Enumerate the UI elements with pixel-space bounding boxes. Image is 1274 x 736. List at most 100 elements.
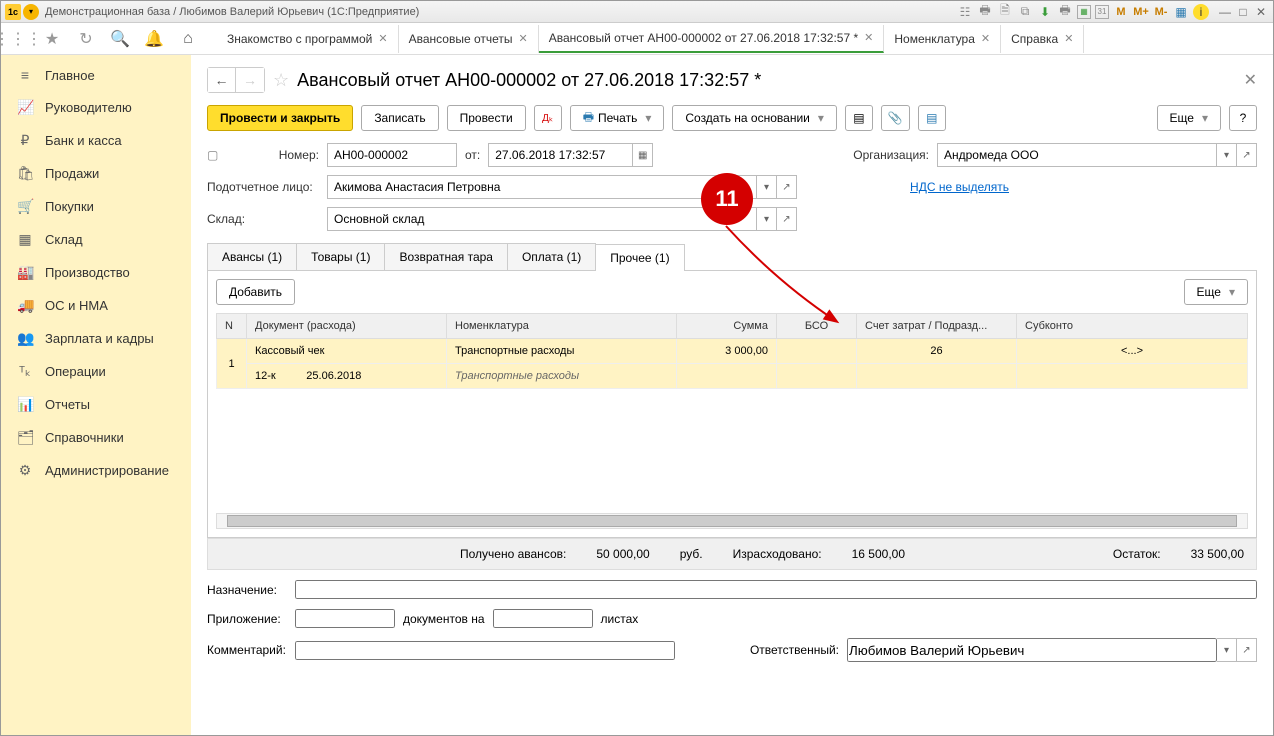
sidebar-item-purchases[interactable]: 🛒Покупки bbox=[1, 190, 191, 223]
col-n[interactable]: N bbox=[217, 314, 247, 339]
m-icon[interactable]: M bbox=[1113, 4, 1129, 20]
close-icon[interactable]: ✕ bbox=[519, 32, 528, 45]
summary-bar: Получено авансов: 50 000,00 руб. Израсхо… bbox=[207, 538, 1257, 570]
print-icon[interactable]: 🖶 bbox=[977, 4, 993, 20]
close-page-button[interactable]: ✕ bbox=[1244, 70, 1257, 90]
person-field[interactable] bbox=[327, 175, 757, 199]
tab-intro[interactable]: Знакомство с программой✕ bbox=[217, 25, 399, 53]
minimize-button[interactable]: — bbox=[1217, 5, 1233, 19]
comment-field[interactable] bbox=[295, 641, 675, 660]
doctab-goods[interactable]: Товары (1) bbox=[296, 243, 385, 270]
attach-button[interactable]: 📎 bbox=[881, 105, 910, 131]
org-open-button[interactable]: ↗ bbox=[1237, 143, 1257, 167]
doc-icon[interactable]: 🗎 bbox=[997, 4, 1013, 20]
resp-dropdown-button[interactable]: ▾ bbox=[1217, 638, 1237, 662]
warehouse-field[interactable] bbox=[327, 207, 757, 231]
post-and-close-button[interactable]: Провести и закрыть bbox=[207, 105, 353, 131]
search-icon[interactable]: 🔍 bbox=[111, 30, 129, 48]
cell-bso bbox=[777, 339, 857, 364]
save-button[interactable]: Записать bbox=[361, 105, 438, 131]
col-sub[interactable]: Субконто bbox=[1017, 314, 1248, 339]
date-field[interactable] bbox=[488, 143, 633, 167]
resp-open-button[interactable]: ↗ bbox=[1237, 638, 1257, 662]
form-button-1[interactable]: ▤ bbox=[845, 105, 873, 131]
close-icon[interactable]: ✕ bbox=[1064, 32, 1073, 45]
sidebar-item-director[interactable]: 📈Руководителю bbox=[1, 91, 191, 124]
compare-icon[interactable]: ⧉ bbox=[1017, 4, 1033, 20]
sidebar-item-operations[interactable]: ᵀₖОперации bbox=[1, 355, 191, 388]
post-button[interactable]: Провести bbox=[447, 105, 526, 131]
person-dropdown-button[interactable]: ▾ bbox=[757, 175, 777, 199]
dest-field[interactable] bbox=[295, 580, 1257, 599]
table-row-sub[interactable]: 12-к 25.06.2018 Транспортные расходы bbox=[217, 364, 1248, 389]
tab-help[interactable]: Справка✕ bbox=[1001, 25, 1084, 53]
app-logo: 1c bbox=[5, 4, 21, 20]
number-field[interactable] bbox=[327, 143, 457, 167]
create-based-button[interactable]: Создать на основании bbox=[672, 105, 837, 131]
app-menu-dropdown[interactable]: ▾ bbox=[23, 4, 39, 20]
org-dropdown-button[interactable]: ▾ bbox=[1217, 143, 1237, 167]
doctab-other[interactable]: Прочее (1) bbox=[595, 244, 684, 271]
back-button[interactable]: ← bbox=[208, 68, 236, 92]
horizontal-scrollbar[interactable] bbox=[216, 513, 1248, 529]
table-more-button[interactable]: Еще bbox=[1184, 279, 1248, 305]
sidebar-item-refs[interactable]: 🗂Справочники bbox=[1, 421, 191, 454]
vat-link[interactable]: НДС не выделять bbox=[910, 180, 1009, 194]
att-sheets-field[interactable] bbox=[493, 609, 593, 628]
bell-icon[interactable]: 🔔 bbox=[145, 30, 163, 48]
window-title: Демонстрационная база / Любимов Валерий … bbox=[45, 6, 957, 18]
favorite-icon[interactable]: ★ bbox=[43, 30, 61, 48]
sidebar-item-admin[interactable]: ⚙Администрирование bbox=[1, 454, 191, 487]
mplus-icon[interactable]: M+ bbox=[1133, 4, 1149, 20]
mminus-icon[interactable]: M- bbox=[1153, 4, 1169, 20]
sidebar-item-hamburger[interactable]: ≡Главное bbox=[1, 59, 191, 91]
sidebar-item-stock[interactable]: ▦Склад bbox=[1, 223, 191, 256]
calendar-icon[interactable]: ▦ bbox=[1077, 5, 1091, 19]
dk-button[interactable]: Дₖ bbox=[534, 105, 562, 131]
more-button[interactable]: Еще bbox=[1157, 105, 1221, 131]
cell-sub: <...> bbox=[1017, 339, 1248, 364]
history-icon[interactable]: ↻ bbox=[77, 30, 95, 48]
sidebar-item-reports[interactable]: 📊Отчеты bbox=[1, 388, 191, 421]
print-button[interactable]: 🖶Печать bbox=[570, 105, 665, 131]
favorite-star[interactable]: ☆ bbox=[273, 70, 289, 91]
sidebar-item-bank[interactable]: ₽Банк и касса bbox=[1, 124, 191, 157]
org-field[interactable] bbox=[937, 143, 1217, 167]
apps-icon[interactable]: ⋮⋮⋮ bbox=[9, 30, 27, 48]
close-button[interactable]: ✕ bbox=[1253, 5, 1269, 19]
add-row-button[interactable]: Добавить bbox=[216, 279, 295, 305]
calc-icon[interactable]: ▦ bbox=[1173, 4, 1189, 20]
date-picker-button[interactable]: ▦ bbox=[633, 143, 653, 167]
save-icon[interactable]: ⬇ bbox=[1037, 4, 1053, 20]
resp-field[interactable] bbox=[847, 638, 1217, 662]
col-nom[interactable]: Номенклатура bbox=[447, 314, 677, 339]
home-icon[interactable]: ⌂ bbox=[179, 30, 197, 48]
sidebar-item-sales[interactable]: 🛍Продажи bbox=[1, 157, 191, 190]
doctab-advances[interactable]: Авансы (1) bbox=[207, 243, 297, 270]
page-title: Авансовый отчет АН00-000002 от 27.06.201… bbox=[297, 70, 761, 91]
print2-icon[interactable]: 🖶 bbox=[1057, 4, 1073, 20]
maximize-button[interactable]: □ bbox=[1235, 5, 1251, 19]
col-doc[interactable]: Документ (расхода) bbox=[247, 314, 447, 339]
sidebar-item-salary[interactable]: 👥Зарплата и кадры bbox=[1, 322, 191, 355]
info-icon[interactable]: i bbox=[1193, 4, 1209, 20]
att-docs-field[interactable] bbox=[295, 609, 395, 628]
close-icon[interactable]: ✕ bbox=[378, 32, 387, 45]
help-button[interactable]: ? bbox=[1229, 105, 1257, 131]
close-icon[interactable]: ✕ bbox=[981, 32, 990, 45]
toolbar-icon-1[interactable]: ☷ bbox=[957, 4, 973, 20]
forward-button[interactable]: → bbox=[236, 68, 264, 92]
calendar2-icon[interactable]: 31 bbox=[1095, 5, 1109, 19]
person-open-button[interactable]: ↗ bbox=[777, 175, 797, 199]
sidebar-item-assets[interactable]: 🚚ОС и НМА bbox=[1, 289, 191, 322]
tab-reports[interactable]: Авансовые отчеты✕ bbox=[399, 25, 539, 53]
col-acc[interactable]: Счет затрат / Подразд... bbox=[857, 314, 1017, 339]
tab-nomenclature[interactable]: Номенклатура✕ bbox=[884, 25, 1001, 53]
list-button[interactable]: ▤ bbox=[918, 105, 946, 131]
sidebar-item-production[interactable]: 🏭Производство bbox=[1, 256, 191, 289]
close-icon[interactable]: ✕ bbox=[864, 31, 873, 44]
doctab-tara[interactable]: Возвратная тара bbox=[384, 243, 508, 270]
table-row[interactable]: 1 Кассовый чек Транспортные расходы 3 00… bbox=[217, 339, 1248, 364]
doctab-payment[interactable]: Оплата (1) bbox=[507, 243, 596, 270]
tab-current-doc[interactable]: Авансовый отчет АН00-000002 от 27.06.201… bbox=[539, 25, 885, 53]
